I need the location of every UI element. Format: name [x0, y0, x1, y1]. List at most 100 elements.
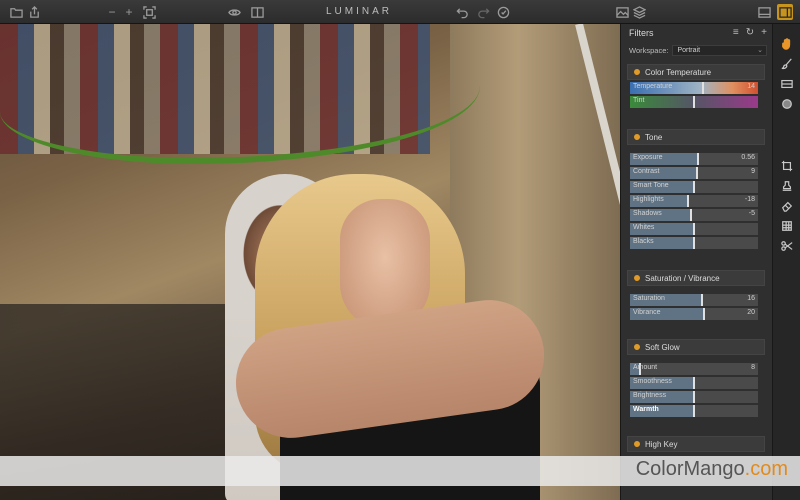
section-color-temperature: Color Temperature Temperature 14 Tint — [627, 64, 765, 110]
slider-vibrance[interactable]: Vibrance 20 — [630, 308, 758, 320]
slider-value: 9 — [751, 168, 755, 175]
slider-label: Smart Tone — [633, 182, 669, 189]
section-dot-icon — [634, 134, 640, 140]
scissors-icon[interactable] — [779, 238, 795, 254]
slider-label: Tint — [633, 97, 645, 104]
slider-thumb[interactable] — [693, 377, 695, 389]
slider-warmth[interactable]: Warmth — [630, 405, 758, 417]
slider-value: 0.56 — [741, 154, 755, 161]
slider-label: Amount — [633, 364, 658, 371]
section-title: Saturation / Vibrance — [645, 273, 720, 283]
eraser-icon[interactable] — [779, 198, 795, 214]
section-header[interactable]: Soft Glow — [627, 339, 765, 355]
slider-temperature[interactable]: Temperature 14 — [630, 82, 758, 94]
section-dot-icon — [634, 69, 640, 75]
panel-right-icon[interactable] — [777, 4, 793, 20]
sort-icon[interactable]: ≡ — [733, 27, 739, 38]
undo-icon[interactable] — [454, 4, 470, 20]
section-title: Tone — [645, 132, 663, 142]
transform-icon[interactable] — [779, 218, 795, 234]
slider-label: Warmth — [633, 406, 659, 413]
slider-contrast[interactable]: Contrast 9 — [630, 167, 758, 179]
slider-thumb[interactable] — [693, 96, 695, 108]
slider-amount[interactable]: Amount 8 — [630, 363, 758, 375]
slider-saturation[interactable]: Saturation 16 — [630, 294, 758, 306]
slider-label: Shadows — [633, 210, 662, 217]
section-header[interactable]: Saturation / Vibrance — [627, 270, 765, 286]
slider-highlights[interactable]: Highlights -18 — [630, 195, 758, 207]
crop-icon[interactable] — [779, 158, 795, 174]
photo-canvas[interactable] — [0, 24, 620, 500]
chevron-down-icon: ⌄ — [757, 46, 763, 54]
slider-label: Whites — [633, 224, 655, 231]
slider-thumb[interactable] — [690, 209, 693, 221]
history-icon[interactable] — [495, 4, 511, 20]
filters-header: Filters ≡ ↻ + — [621, 24, 773, 42]
slider-label: Vibrance — [633, 309, 661, 316]
watermark-text: ColorMango.com — [636, 458, 788, 481]
panel-left-icon[interactable] — [756, 4, 772, 20]
filters-panel: Filters ≡ ↻ + Workspace: Portrait ⌄ Colo… — [620, 24, 772, 500]
radial-icon[interactable] — [779, 96, 795, 112]
section-title: Soft Glow — [645, 342, 680, 352]
slider-value: 14 — [747, 83, 755, 90]
workspace-label: Workspace: — [629, 45, 669, 55]
watermark-brand: ColorMango — [635, 458, 745, 480]
filters-title: Filters — [629, 28, 654, 38]
slider-label: Blacks — [633, 238, 654, 245]
redo-icon[interactable] — [475, 4, 491, 20]
layers-icon[interactable] — [631, 4, 647, 20]
slider-label: Brightness — [633, 392, 667, 399]
section-header[interactable]: High Key — [627, 436, 765, 452]
section-header[interactable]: Tone — [627, 129, 765, 145]
slider-thumb[interactable] — [693, 223, 695, 235]
section-title: Color Temperature — [645, 67, 712, 77]
section-soft-glow: Soft Glow Amount 8 Smoothness Brightness … — [627, 339, 765, 419]
slider-thumb[interactable] — [703, 308, 706, 320]
slider-thumb[interactable] — [686, 195, 689, 207]
hand-icon[interactable] — [779, 36, 795, 52]
slider-value: 20 — [747, 309, 755, 316]
slider-thumb[interactable] — [701, 82, 704, 94]
clone-stamp-icon[interactable] — [779, 178, 795, 194]
slider-exposure[interactable]: Exposure 0.56 — [630, 153, 758, 165]
slider-shadows[interactable]: Shadows -5 — [630, 209, 758, 221]
slider-smart-tone[interactable]: Smart Tone — [630, 181, 758, 193]
section-title: High Key — [645, 439, 678, 449]
section-dot-icon — [634, 275, 640, 281]
slider-brightness[interactable]: Brightness — [630, 391, 758, 403]
workspace-row: Workspace: Portrait ⌄ — [629, 44, 767, 56]
workspace-value: Portrait — [677, 46, 701, 54]
slider-value: -18 — [744, 196, 755, 203]
brush-icon[interactable] — [779, 56, 795, 72]
image-browser-icon[interactable] — [614, 4, 630, 20]
slider-label: Contrast — [633, 168, 660, 175]
refresh-icon[interactable]: ↻ — [746, 27, 754, 38]
slider-label: Saturation — [633, 295, 665, 302]
slider-thumb[interactable] — [695, 167, 698, 179]
slider-thumb[interactable] — [693, 237, 695, 249]
watermark-suffix: .com — [744, 458, 788, 480]
slider-tint[interactable]: Tint — [630, 96, 758, 108]
section-header[interactable]: Color Temperature — [627, 64, 765, 80]
workspace-select[interactable]: Portrait ⌄ — [672, 44, 767, 56]
section-tone: Tone Exposure 0.56 Contrast 9 Smart Tone H… — [627, 129, 765, 251]
top-toolbar: − + LUMINAR — [0, 0, 800, 24]
slider-value: -5 — [748, 210, 755, 217]
slider-thumb[interactable] — [696, 153, 699, 165]
slider-label: Exposure — [633, 154, 663, 161]
slider-thumb[interactable] — [693, 391, 695, 403]
slider-thumb[interactable] — [693, 405, 695, 417]
slider-blacks[interactable]: Blacks — [630, 237, 758, 249]
slider-label: Highlights — [633, 196, 664, 203]
slider-label: Smoothness — [633, 378, 672, 385]
slider-whites[interactable]: Whites — [630, 223, 758, 235]
add-filter-icon[interactable]: + — [761, 27, 767, 38]
gradient-icon[interactable] — [779, 76, 795, 92]
slider-value: 8 — [751, 364, 755, 371]
slider-smoothness[interactable]: Smoothness — [630, 377, 758, 389]
slider-value: 16 — [747, 295, 755, 302]
slider-thumb[interactable] — [700, 294, 703, 306]
slider-thumb[interactable] — [693, 181, 695, 193]
section-dot-icon — [634, 441, 640, 447]
